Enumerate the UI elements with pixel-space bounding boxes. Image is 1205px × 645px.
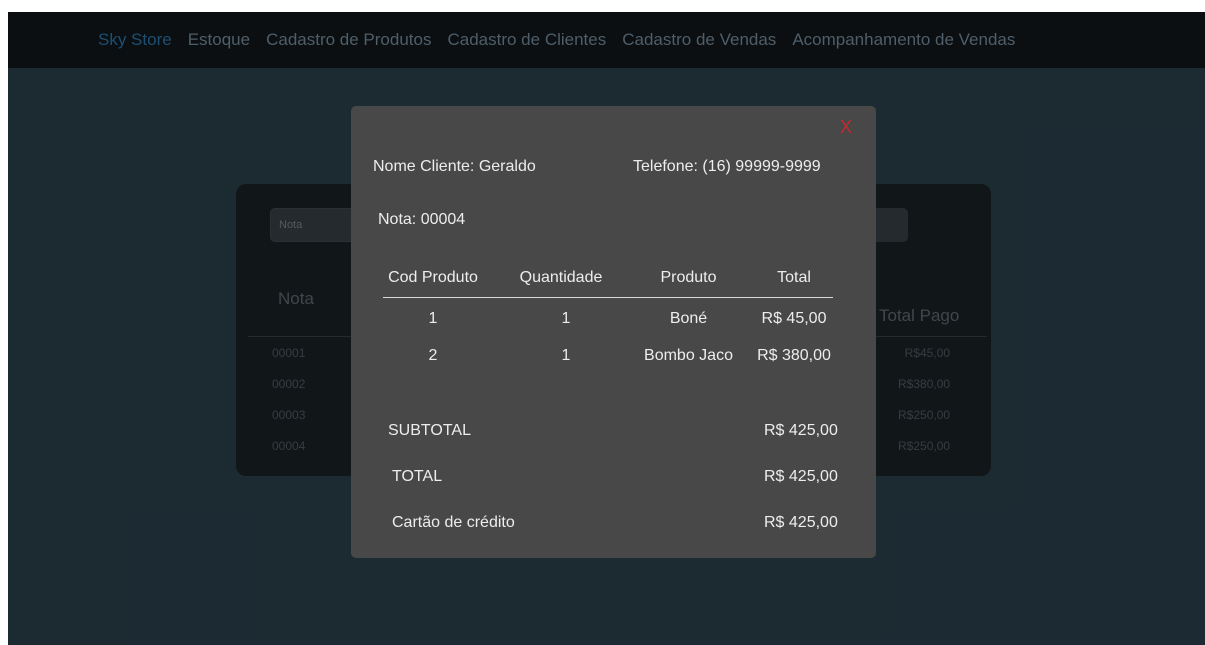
app-window: Sky Store Estoque Cadastro de Produtos C… [8,12,1205,645]
nav-item-cadastro-produtos[interactable]: Cadastro de Produtos [266,30,431,50]
cell-total: R$ 380,00 [757,347,831,364]
cell-cod-produto: 1 [428,310,438,327]
total-value: R$ 425,00 [764,468,838,485]
nav-brand-link[interactable]: Sky Store [98,30,172,50]
table-row: 1 1 Boné R$ 45,00 [351,310,876,330]
cell-produto: Boné [669,310,708,327]
nota-label: Nota: 00004 [378,211,466,228]
cell-cod-produto: 2 [428,347,438,364]
sale-detail-modal: X Nome Cliente: Geraldo Telefone: (16) 9… [351,106,876,558]
nav-item-acompanhamento-vendas[interactable]: Acompanhamento de Vendas [792,30,1015,50]
payment-method-label: Cartão de crédito [392,514,515,531]
cell-quantidade: 1 [561,347,571,364]
nav-item-estoque[interactable]: Estoque [188,30,250,50]
subtotal-label: SUBTOTAL [388,422,471,439]
client-name-label: Nome Cliente: Geraldo [373,158,536,175]
cell-quantidade: 1 [561,310,571,327]
cell-total: R$ 45,00 [761,310,827,327]
nav-item-cadastro-vendas[interactable]: Cadastro de Vendas [622,30,776,50]
table-header-divider [383,297,833,298]
subtotal-value: R$ 425,00 [764,422,838,439]
column-header-produto: Produto [660,269,717,286]
nav-item-cadastro-clientes[interactable]: Cadastro de Clientes [447,30,606,50]
client-phone-label: Telefone: (16) 99999-9999 [633,158,821,175]
column-header-total: Total [777,269,811,286]
payment-value: R$ 425,00 [764,514,838,531]
column-header-quantidade: Quantidade [519,269,603,286]
top-navbar: Sky Store Estoque Cadastro de Produtos C… [8,12,1205,68]
close-button[interactable]: X [837,116,855,138]
table-row: 2 1 Bombo Jaco R$ 380,00 [351,347,876,367]
cell-produto: Bombo Jaco [644,347,733,364]
column-header-cod-produto: Cod Produto [388,269,478,286]
total-label: TOTAL [392,468,443,485]
